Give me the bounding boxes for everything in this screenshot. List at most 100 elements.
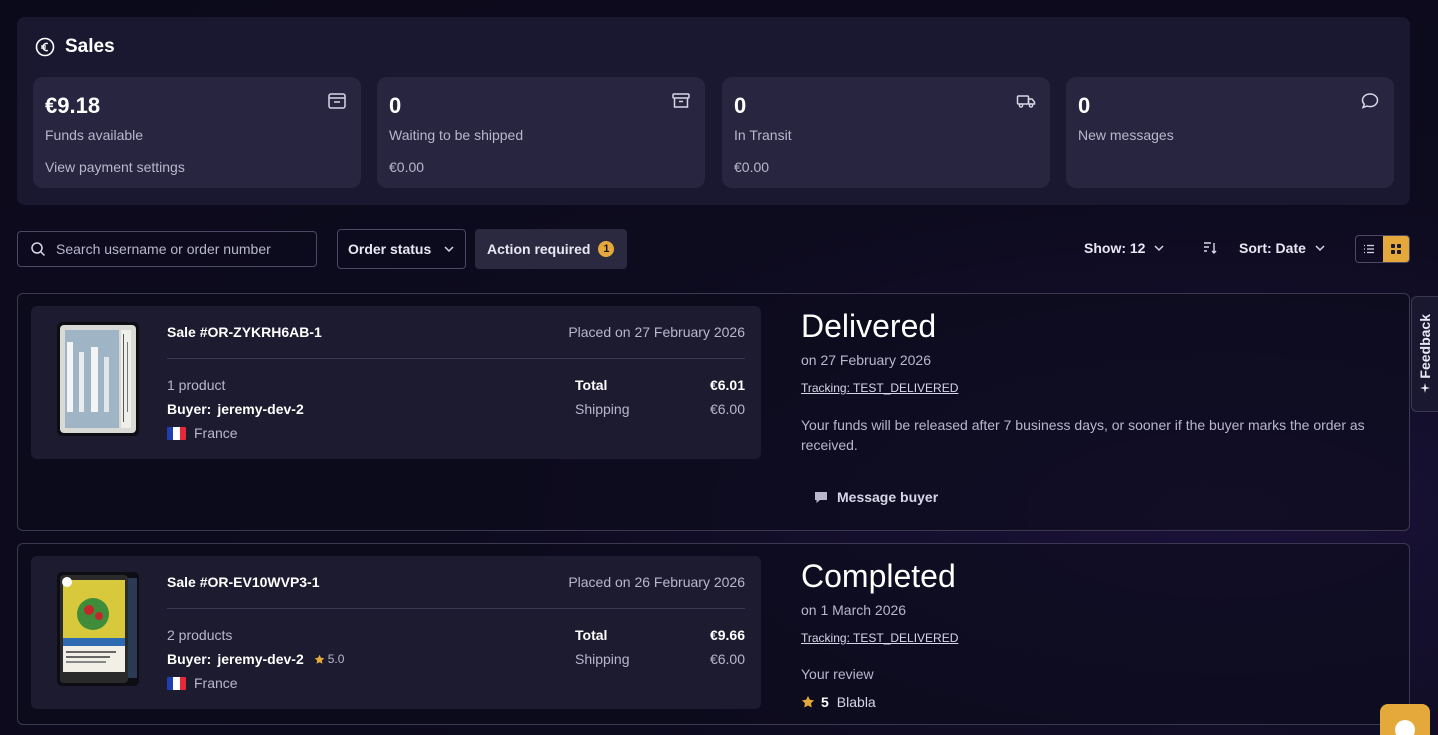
waiting-amount: €0.00 [389,159,425,175]
status-date: on 1 March 2026 [801,602,907,618]
sales-title: Sales [65,36,115,57]
buyer-country: France [167,675,238,691]
buyer-label: Buyer: [167,401,212,417]
buyer-info: Buyer: jeremy-dev-2 5.0 [167,651,344,667]
grid-view-button[interactable] [1382,236,1409,262]
action-count-badge: 1 [598,241,615,257]
chevron-down-icon [444,246,454,253]
messages-value: 0 [1078,93,1091,118]
message-buyer-label: Message buyer [837,489,939,505]
search-input[interactable] [56,241,296,257]
order-status-select[interactable]: Order status [337,229,466,269]
grid-icon [1390,244,1401,254]
transit-value: 0 [734,93,747,118]
shipping-value: €6.00 [709,401,745,417]
country-name: France [194,675,238,691]
search-icon [31,242,46,257]
show-count-select[interactable]: Show: 12 [1084,240,1165,256]
sort-direction-icon[interactable] [1202,240,1218,256]
total-value: €9.66 [709,627,745,643]
shipping-label: Shipping [575,401,630,417]
message-buyer-button[interactable]: Message buyer [813,489,938,505]
product-count: 1 product [167,377,226,393]
placed-date: Placed on 27 February 2026 [568,324,745,340]
chat-launcher-button[interactable] [1380,704,1430,735]
order-status-title: Completed [801,558,956,594]
star-icon [314,654,325,664]
list-view-button[interactable] [1356,236,1383,262]
product-card-image [57,322,139,436]
order-card: Sale #OR-ZYKRH6AB-1 Placed on 27 Februar… [17,293,1410,531]
review-score: 5 [821,694,829,710]
messages-label: New messages [1078,127,1174,143]
stat-card-messages: 0 New messages [1066,77,1394,188]
chat-bubble-icon [1361,93,1379,109]
tracking-link[interactable]: Tracking: TEST_DELIVERED [801,381,958,395]
view-payment-settings-link[interactable]: View payment settings [45,159,185,175]
tracking-link[interactable]: Tracking: TEST_DELIVERED [801,631,958,645]
funds-label: Funds available [45,127,144,143]
divider [167,358,745,359]
chat-icon [1395,720,1415,735]
buyer-rating: 5.0 [314,652,345,666]
euro-circle-icon [35,37,55,57]
list-icon [1364,244,1375,254]
sale-id: Sale #OR-EV10WVP3-1 [167,574,320,590]
action-required-label: Action required [487,241,591,257]
waiting-value: 0 [389,93,402,118]
review-label: Your review [801,666,874,682]
search-box[interactable] [17,231,317,267]
archive-box-icon [672,93,690,108]
chevron-down-icon [1154,245,1164,252]
review-row: 5 Blabla [801,694,876,710]
order-card: Sale #OR-EV10WVP3-1 Placed on 26 Februar… [17,543,1410,725]
sales-summary-panel: Sales €9.18 Funds available View payment… [17,17,1410,205]
show-count-label: Show: 12 [1084,240,1146,256]
review-text: Blabla [836,694,876,710]
star-icon [801,695,815,708]
total-label: Total [575,627,608,643]
sparkle-icon [1420,383,1430,394]
divider [167,608,745,609]
buyer-name: jeremy-dev-2 [217,401,304,417]
transit-amount: €0.00 [734,159,770,175]
view-toggle [1355,235,1410,263]
order-summary[interactable]: Sale #OR-EV10WVP3-1 Placed on 26 Februar… [31,556,761,709]
sales-header: Sales [35,36,115,58]
order-status-title: Delivered [801,308,937,344]
sort-select[interactable]: Sort: Date [1239,240,1326,256]
wallet-icon [328,93,346,109]
transit-label: In Transit [734,127,792,143]
status-date: on 27 February 2026 [801,352,931,368]
chevron-down-icon [1315,245,1325,252]
placed-date: Placed on 26 February 2026 [568,574,745,590]
sale-id: Sale #OR-ZYKRH6AB-1 [167,324,322,340]
order-status-label: Order status [348,241,432,257]
funds-value: €9.18 [45,93,101,118]
shipping-label: Shipping [575,651,630,667]
product-count: 2 products [167,627,233,643]
country-name: France [194,425,238,441]
buyer-label: Buyer: [167,651,212,667]
total-value: €6.01 [709,377,745,393]
message-icon [815,492,827,503]
buyer-rating-value: 5.0 [327,652,345,666]
waiting-label: Waiting to be shipped [389,127,524,143]
total-label: Total [575,377,608,393]
action-required-button[interactable]: Action required 1 [475,229,627,269]
feedback-label: Feedback [1417,313,1433,379]
stat-card-transit: 0 In Transit €0.00 [722,77,1050,188]
funds-release-note: Your funds will be released after 7 busi… [801,417,1365,453]
truck-icon [1016,95,1036,108]
sort-label: Sort: Date [1239,240,1306,256]
stat-card-funds: €9.18 Funds available View payment setti… [33,77,361,188]
stat-card-waiting: 0 Waiting to be shipped €0.00 [377,77,705,188]
product-card-image [57,572,139,686]
shipping-value: €6.00 [709,651,745,667]
feedback-tab[interactable]: Feedback [1411,296,1438,412]
buyer-country: France [167,425,238,441]
france-flag-icon [167,676,186,690]
buyer-name: jeremy-dev-2 [217,651,304,667]
order-summary[interactable]: Sale #OR-ZYKRH6AB-1 Placed on 27 Februar… [31,306,761,459]
france-flag-icon [167,426,186,440]
